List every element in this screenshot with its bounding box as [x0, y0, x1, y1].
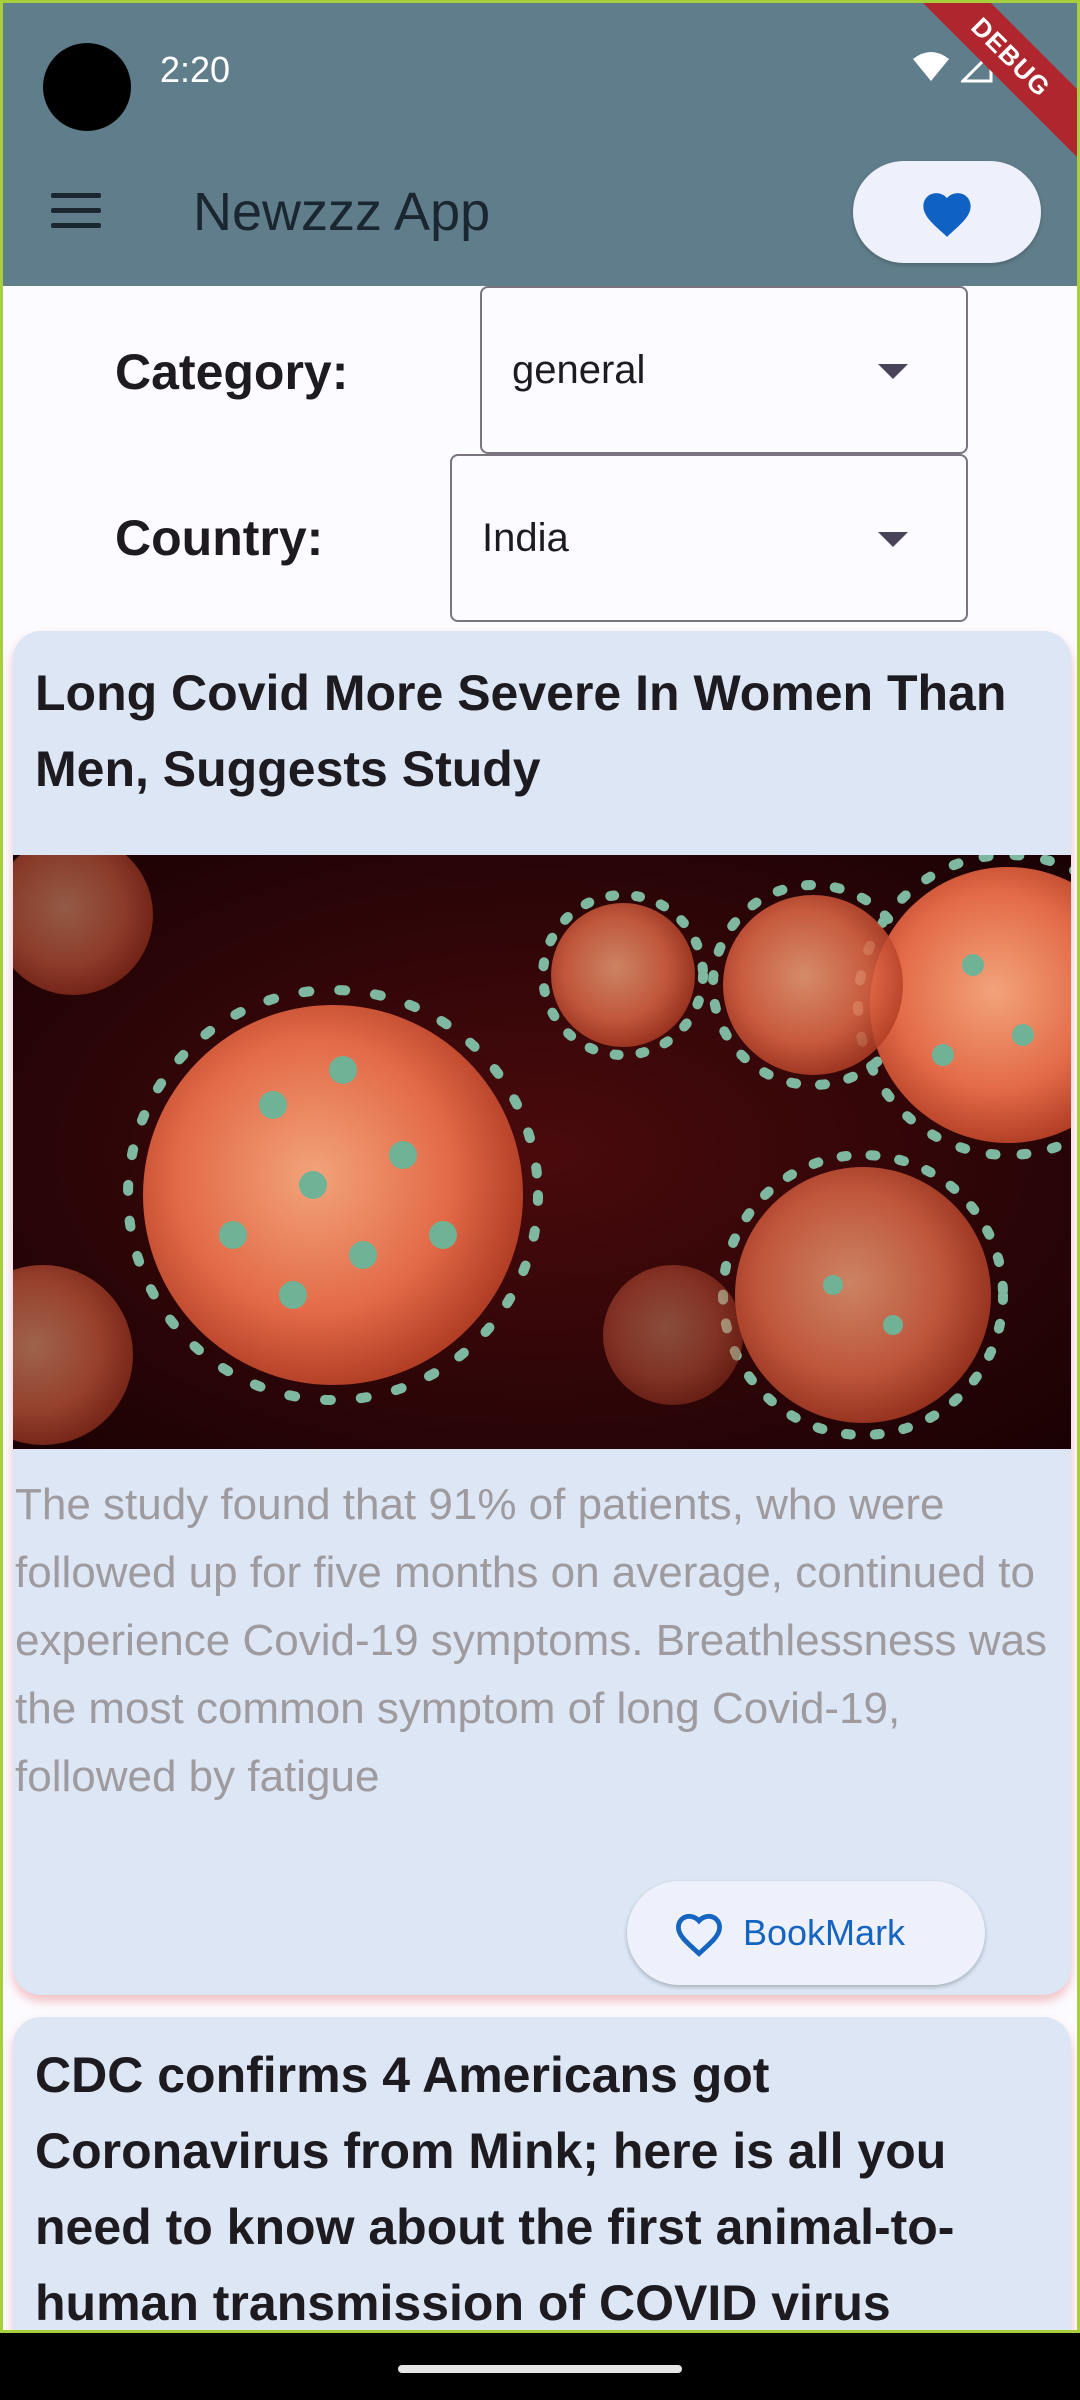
heart-icon — [923, 193, 971, 237]
favorites-button[interactable] — [853, 161, 1041, 263]
article-title[interactable]: CDC confirms 4 Americans got Coronavirus… — [35, 2037, 1045, 2330]
heart-outline-icon — [676, 1913, 722, 1957]
app-screen: 2:20 DEBUG Newzzz App Category: general … — [0, 0, 1080, 2333]
menu-icon[interactable] — [51, 193, 101, 229]
country-value: India — [482, 516, 569, 560]
category-label: Category: — [115, 344, 349, 400]
article-image — [13, 855, 1071, 1449]
dropdown-arrow-icon — [878, 532, 908, 547]
bookmark-label: BookMark — [743, 1912, 906, 1953]
app-title: Newzzz App — [193, 182, 491, 242]
category-dropdown[interactable]: general — [480, 286, 968, 454]
article-description: The study found that 91% of patients, wh… — [15, 1480, 1048, 1801]
dropdown-arrow-icon — [878, 364, 908, 379]
app-bar: 2:20 DEBUG Newzzz App — [3, 3, 1077, 286]
article-card[interactable]: CDC confirms 4 Americans got Coronavirus… — [13, 2017, 1071, 2330]
camera-cutout — [43, 43, 131, 131]
article-title[interactable]: Long Covid More Severe In Women Than Men… — [35, 655, 1045, 807]
article-card[interactable]: Long Covid More Severe In Women Than Men… — [13, 631, 1071, 1995]
country-label: Country: — [115, 510, 324, 566]
category-value: general — [512, 348, 646, 392]
virus-image — [13, 855, 1071, 1449]
bookmark-button[interactable]: BookMark — [627, 1881, 985, 1985]
wifi-icon — [913, 52, 949, 81]
status-time: 2:20 — [160, 49, 231, 90]
country-dropdown[interactable]: India — [450, 454, 968, 622]
home-gesture-bar[interactable] — [398, 2365, 682, 2373]
